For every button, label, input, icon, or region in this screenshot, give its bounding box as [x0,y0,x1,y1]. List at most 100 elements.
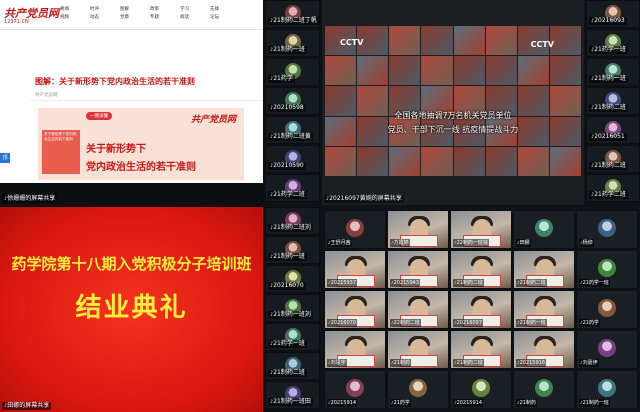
participant-video-tile[interactable]: 21制药 [513,370,575,409]
participant-tile[interactable]: 20216051 [586,116,640,144]
web-nav-item[interactable]: 论坛 [210,14,240,20]
participant-name: 21制药二班 [268,369,307,377]
participant-tile[interactable]: 20216093 [586,0,640,28]
video-caption-1: 全国各地抽调7万名机关党员单位 [394,111,512,120]
participant-video-tile[interactable]: 21制药二班 [450,330,512,369]
participant-video-tile[interactable]: 21制药二班 [450,250,512,289]
participant-tile[interactable]: 21制药一班 [265,29,320,57]
participant-name: 20216093 [589,17,627,25]
participant-tile[interactable]: 21药学 [265,58,320,86]
avatar [346,379,364,397]
participant-video-tile[interactable]: 杨焯 [576,210,638,249]
web-nav-item[interactable]: 阅读 [180,14,210,20]
participant-name: 21制药二班丁帆 [268,17,319,25]
participant-name: 刘思宇 [327,359,347,367]
participant-name: 21药学一班 [589,46,628,54]
participant-tile[interactable]: 21药学一班 [586,29,640,57]
participant-video-tile[interactable]: 20215914 [324,370,386,409]
web-nav-item[interactable]: 政策 [150,6,180,12]
participant-tile[interactable]: 21制药一班刘 [265,294,320,322]
participant-name: 21药学二班 [589,191,628,199]
participant-video-tile[interactable]: 20216070 [324,290,386,329]
banner-tag: 一图读懂 [86,112,112,120]
participant-video-tile[interactable]: 方霞婷 [387,210,449,249]
video-caption-2: 党员、干部下沉一线 抗疫情提战斗力 [387,125,519,134]
participant-tile[interactable]: 21药学二班 [265,174,320,202]
screen-share-webpage[interactable]: 共产党员网 12371.CN 要闻 时评 图解 政策 学习 先锋 视频 动态 党… [0,0,263,205]
participant-name: 21制药一班刘 [268,311,313,319]
participant-tile[interactable]: 20210598 [265,87,320,115]
participant-video-tile[interactable]: 20215916 [513,330,575,369]
participant-tile[interactable]: 21制药一班 [586,58,640,86]
screen-share-video[interactable]: CCTV CCTV 全国各地抽调7万名机关党员单位 党员、干部下沉一线 抗疫情提… [322,0,584,205]
participant-video-tile[interactable]: 21药学 [387,370,449,409]
participant-name: 21制药二班 [453,279,484,287]
slide-title: 药学院第十八期入党积极分子培训班 [11,255,252,273]
web-nav: 要闻 时评 图解 政策 学习 先锋 视频 动态 党章 专题 阅读 论坛 [60,6,240,20]
participant-video-tile[interactable]: 20216097 [450,290,512,329]
participant-name: 21制药二班黄 [268,133,313,141]
participant-tile[interactable]: 21制药二班刘 [265,207,320,235]
banner-line-2: 党内政治生活的若干准则 [86,162,196,173]
avatar [409,379,427,397]
web-nav-item[interactable]: 学习 [180,6,210,12]
web-nav-item[interactable]: 时评 [90,6,120,12]
article-banner-image: 一图读懂 共产党员网 关于新形势下党内政治生活的若干准则 关于新形势下 党内政治… [38,108,244,180]
web-nav-item[interactable]: 图解 [120,6,150,12]
web-nav-item[interactable]: 先锋 [210,6,240,12]
avatar [346,219,364,237]
participant-name: 21药学 [390,399,411,407]
participant-name: 21药学 [268,75,295,83]
participant-name: 21制药一班 [516,319,547,327]
participant-video-tile[interactable]: 21制药二班 [513,250,575,289]
participant-video-tile[interactable]: 刘嘉伊 [576,330,638,369]
participant-name: 21制药二班 [589,162,628,170]
participant-tile[interactable]: 21制药二班丁帆 [265,0,320,28]
participant-name: 21制药一班 [268,253,307,261]
participant-video-tile[interactable]: 王舒月茜 [324,210,386,249]
web-nav-item[interactable]: 党章 [120,14,150,20]
participant-name: 21制药一班 [579,399,610,407]
participant-name: 21制药二班 [516,279,547,287]
participant-video-tile[interactable]: 20215937 [324,250,386,289]
divider [30,100,263,101]
participant-video-tile[interactable]: 21制药一班 [513,290,575,329]
participant-name: 20210590 [268,162,306,170]
participant-tile[interactable]: 21制药二班 [586,145,640,173]
participant-name: 22制药二班 [390,319,421,327]
participant-name: 21制药二班刘 [268,224,313,232]
article-title: 图解：关于新形势下党内政治生活的若干准则 [35,77,195,86]
screen-share-slide[interactable]: 药学院第十八期入党积极分子培训班 结业典礼 田娜的屏幕共享 [0,207,263,412]
web-nav-item[interactable]: 动态 [90,14,120,20]
participant-video-tile[interactable]: 20215943 [387,250,449,289]
participant-tile[interactable]: 21制药二班 [586,87,640,115]
participant-tile[interactable]: 20216070 [265,265,320,293]
web-nav-item[interactable]: 专题 [150,14,180,20]
participant-video-tile[interactable]: 刘思宇 [324,330,386,369]
participant-tile[interactable]: 21制药二班黄 [265,116,320,144]
share-label: 田娜的屏幕共享 [2,402,52,410]
participant-video-tile[interactable]: 21药学 [576,290,638,329]
participant-tile[interactable]: 21制药一班田 [265,381,320,409]
participant-tile[interactable]: 21制药一班 [265,236,320,264]
participant-video-tile[interactable]: 20215914 [450,370,512,409]
participant-video-tile[interactable]: 田娜 [513,210,575,249]
participant-tile[interactable]: 21药学二班 [586,174,640,202]
share-label: 20216097黄婉的屏幕共享 [324,195,404,203]
avatar [598,259,616,277]
scroll-top-button[interactable]: 顶 [0,153,10,163]
participant-video-tile[interactable]: 21药学一班 [576,250,638,289]
participant-video-tile[interactable]: 21制药 [387,330,449,369]
participant-tile[interactable]: 21制药二班 [265,352,320,380]
participant-tile[interactable]: 21药学一班 [265,323,320,351]
participant-name: 20216097 [453,319,484,327]
participant-video-tile[interactable]: 22制药一班钱 [450,210,512,249]
participant-video-tile[interactable]: 22制药二班 [387,290,449,329]
participant-video-tile[interactable]: 21制药一班 [576,370,638,409]
avatar [598,379,616,397]
web-nav-item[interactable]: 视频 [60,14,90,20]
participant-tile[interactable]: 20210590 [265,145,320,173]
web-nav-item[interactable]: 要闻 [60,6,90,12]
avatar [472,379,490,397]
participant-name: 21制药一班 [589,75,628,83]
